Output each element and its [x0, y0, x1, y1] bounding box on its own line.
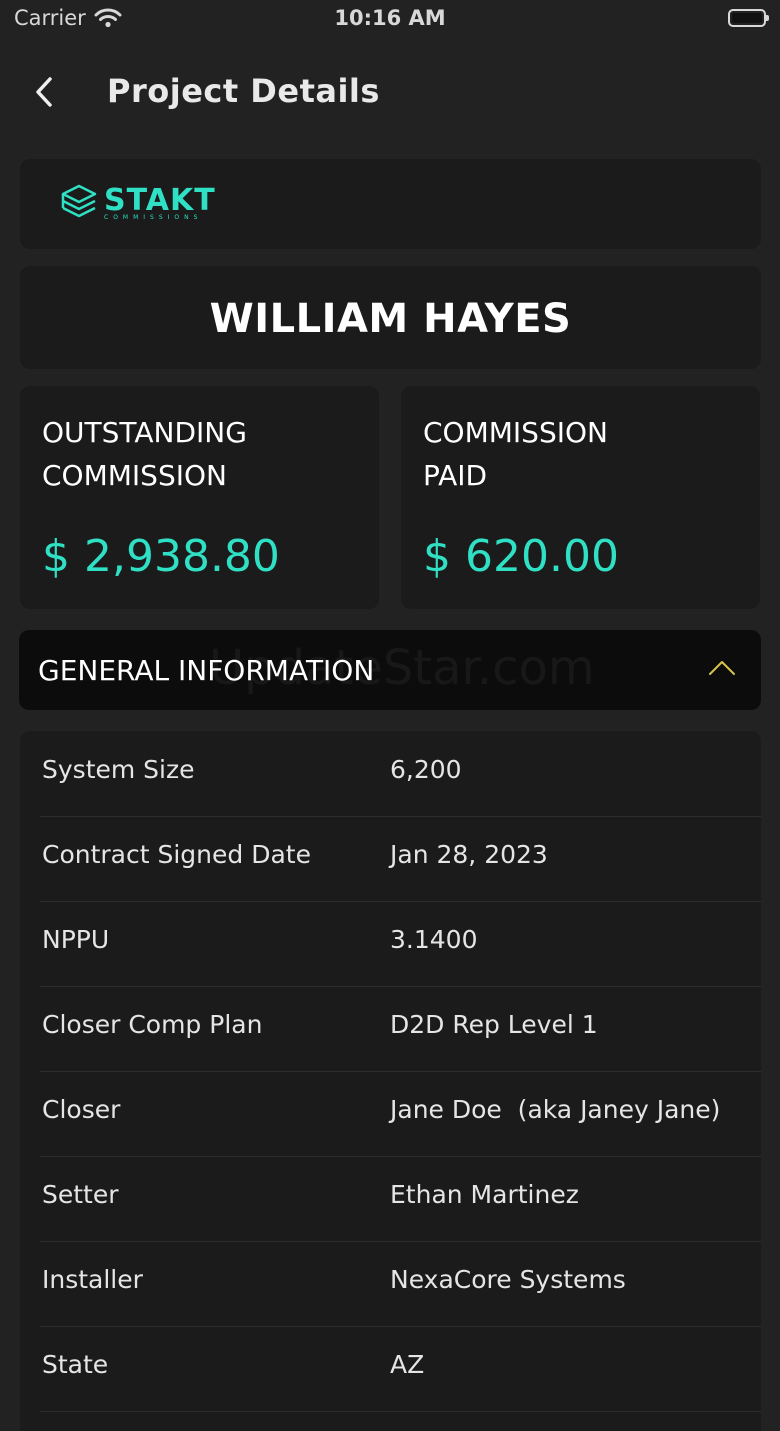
stat-label-line: COMMISSION	[423, 416, 608, 449]
list-item: Setter Ethan Martinez	[40, 1156, 761, 1242]
stat-label-line: PAID	[423, 459, 488, 492]
row-label: Installer	[42, 1265, 143, 1294]
row-label: State	[42, 1350, 109, 1379]
row-label: System Size	[42, 755, 195, 784]
commission-paid-value: $ 620.00	[423, 531, 619, 582]
row-value: AZ	[390, 1350, 425, 1379]
logo-card: STAKT COMMISSIONS	[20, 159, 761, 249]
row-label: Contract Signed Date	[42, 840, 311, 869]
row-value: NexaCore Systems	[390, 1265, 626, 1294]
chevron-up-icon[interactable]	[707, 658, 737, 678]
stat-label-line: COMMISSION	[42, 459, 227, 492]
battery-level	[732, 13, 762, 23]
battery-icon	[728, 9, 769, 27]
row-value: Jan 28, 2023	[390, 840, 548, 869]
list-item: State AZ	[40, 1326, 761, 1412]
row-value: Ethan Martinez	[390, 1180, 579, 1209]
row-label: Closer	[42, 1095, 121, 1124]
chevron-left-icon	[36, 77, 52, 107]
status-time: 10:16 AM	[334, 6, 446, 30]
page-title: Project Details	[107, 72, 380, 110]
row-value: 6,200	[390, 755, 462, 784]
row-label: Closer Comp Plan	[42, 1010, 263, 1039]
commission-paid-label: COMMISSION PAID	[423, 411, 723, 497]
row-value: 3.1400	[390, 925, 478, 954]
navigation-bar: Project Details	[0, 50, 780, 134]
list-item: Closer Jane Doe (aka Janey Jane)	[40, 1071, 761, 1157]
general-information-header[interactable]: UpdateStar.com GENERAL INFORMATION	[19, 630, 761, 710]
logo-brand: STAKT	[104, 182, 216, 218]
stack-logo-icon	[61, 184, 97, 218]
list-item: Closer Comp Plan D2D Rep Level 1	[40, 986, 761, 1072]
outstanding-commission-card: OUTSTANDING COMMISSION $ 2,938.80	[20, 386, 379, 609]
status-bar: Carrier 10:16 AM	[0, 0, 780, 40]
outstanding-commission-value: $ 2,938.80	[42, 531, 280, 582]
brand-logo: STAKT COMMISSIONS	[60, 183, 216, 223]
general-information-list: System Size 6,200 Contract Signed Date J…	[20, 731, 761, 1431]
logo-tagline: COMMISSIONS	[104, 213, 203, 221]
commission-paid-card: COMMISSION PAID $ 620.00	[401, 386, 760, 609]
customer-name-card: WILLIAM HAYES	[20, 266, 761, 369]
back-button[interactable]	[20, 68, 68, 116]
stat-label-line: OUTSTANDING	[42, 416, 247, 449]
row-label: NPPU	[42, 925, 110, 954]
list-item: Contract Signed Date Jan 28, 2023	[40, 816, 761, 902]
section-title: GENERAL INFORMATION	[38, 654, 375, 687]
logo-wordmark: STAKT COMMISSIONS	[104, 182, 216, 221]
row-value: D2D Rep Level 1	[390, 1010, 598, 1039]
list-item: Installer NexaCore Systems	[40, 1241, 761, 1327]
customer-name: WILLIAM HAYES	[209, 296, 572, 342]
list-item: System Size 6,200	[40, 731, 761, 817]
row-value: Jane Doe (aka Janey Jane)	[390, 1095, 721, 1124]
list-item: NPPU 3.1400	[40, 901, 761, 987]
row-label: Setter	[42, 1180, 119, 1209]
outstanding-commission-label: OUTSTANDING COMMISSION	[42, 411, 342, 497]
